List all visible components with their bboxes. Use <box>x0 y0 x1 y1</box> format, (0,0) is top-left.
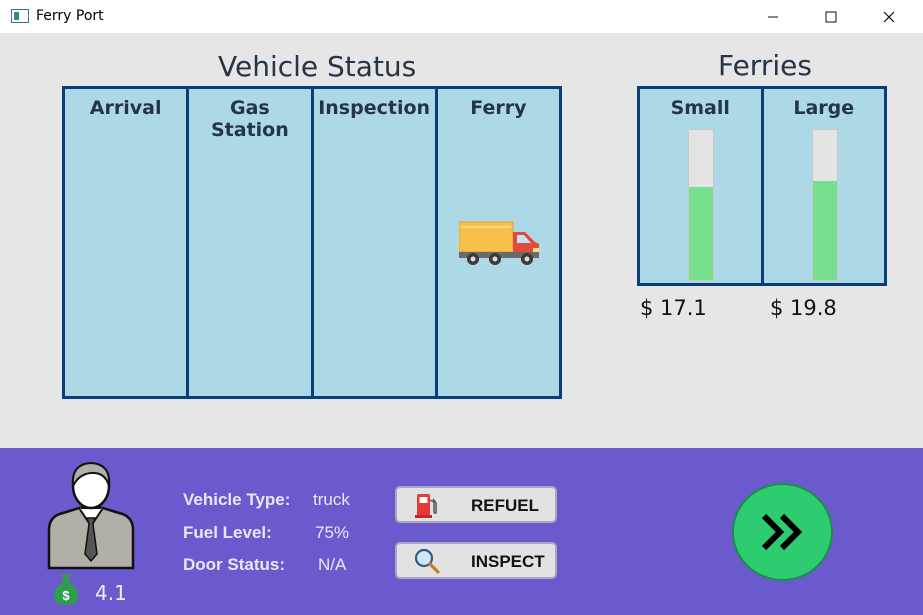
column-ferry: Ferry <box>438 89 559 396</box>
money-value: 4.1 <box>95 581 127 605</box>
money-bag-icon: $ <box>53 574 79 605</box>
column-title-arrival: Arrival <box>89 97 162 119</box>
column-gas-station: Gas Station <box>189 89 314 396</box>
ferries-panel: Small Large <box>637 86 887 286</box>
minimize-icon <box>768 16 778 17</box>
fuel-level-label: Fuel Level: <box>183 523 272 542</box>
fuel-level-value: 75% <box>315 523 350 542</box>
ferry-small: Small <box>640 89 764 283</box>
maximize-button[interactable] <box>808 0 854 33</box>
truck-icon[interactable] <box>458 218 541 266</box>
magnifier-icon <box>414 548 440 574</box>
column-inspection: Inspection <box>314 89 438 396</box>
fuel-pump-icon <box>415 494 437 518</box>
column-arrival: Arrival <box>65 89 190 396</box>
ferry-large-label: Large <box>793 97 855 119</box>
column-title-gas-station: Gas Station <box>210 97 289 141</box>
column-title-inspection: Inspection <box>318 97 431 119</box>
column-title-ferry: Ferry <box>470 97 527 119</box>
ferry-small-label: Small <box>670 97 730 119</box>
ferry-large-price: $ 19.8 <box>770 296 837 320</box>
maximize-icon <box>825 11 837 22</box>
refuel-button[interactable]: REFUEL <box>395 486 557 523</box>
vehicle-type-value: truck <box>313 490 350 509</box>
ferry-small-capacity-bar <box>688 129 714 281</box>
inspect-label: INSPECT <box>471 552 545 571</box>
close-icon <box>883 11 895 22</box>
inspect-button[interactable]: INSPECT <box>395 542 557 579</box>
door-status-value: N/A <box>318 555 347 574</box>
window-title: Ferry Port <box>36 8 104 24</box>
ferry-small-price: $ 17.1 <box>640 296 707 320</box>
app-icon <box>11 9 29 23</box>
door-status-label: Door Status: <box>183 555 285 574</box>
vehicle-status-heading: Vehicle Status <box>218 50 417 83</box>
close-button[interactable] <box>866 0 912 33</box>
person-icon <box>47 461 135 570</box>
vehicle-status-panel: Arrival Gas Station Inspection Ferry <box>62 86 562 399</box>
svg-text:$: $ <box>62 588 70 603</box>
title-bar: Ferry Port <box>0 0 923 33</box>
ferry-large-capacity-fill <box>812 181 837 280</box>
refuel-label: REFUEL <box>471 496 539 515</box>
minimize-button[interactable] <box>750 0 796 33</box>
fast-forward-icon <box>761 513 802 551</box>
ferry-large: Large <box>764 89 885 283</box>
ferry-large-capacity-bar <box>811 129 838 281</box>
ferries-heading: Ferries <box>718 49 812 82</box>
next-turn-button[interactable] <box>732 483 833 581</box>
ferry-small-capacity-fill <box>689 187 713 280</box>
vehicle-type-label: Vehicle Type: <box>183 490 291 509</box>
